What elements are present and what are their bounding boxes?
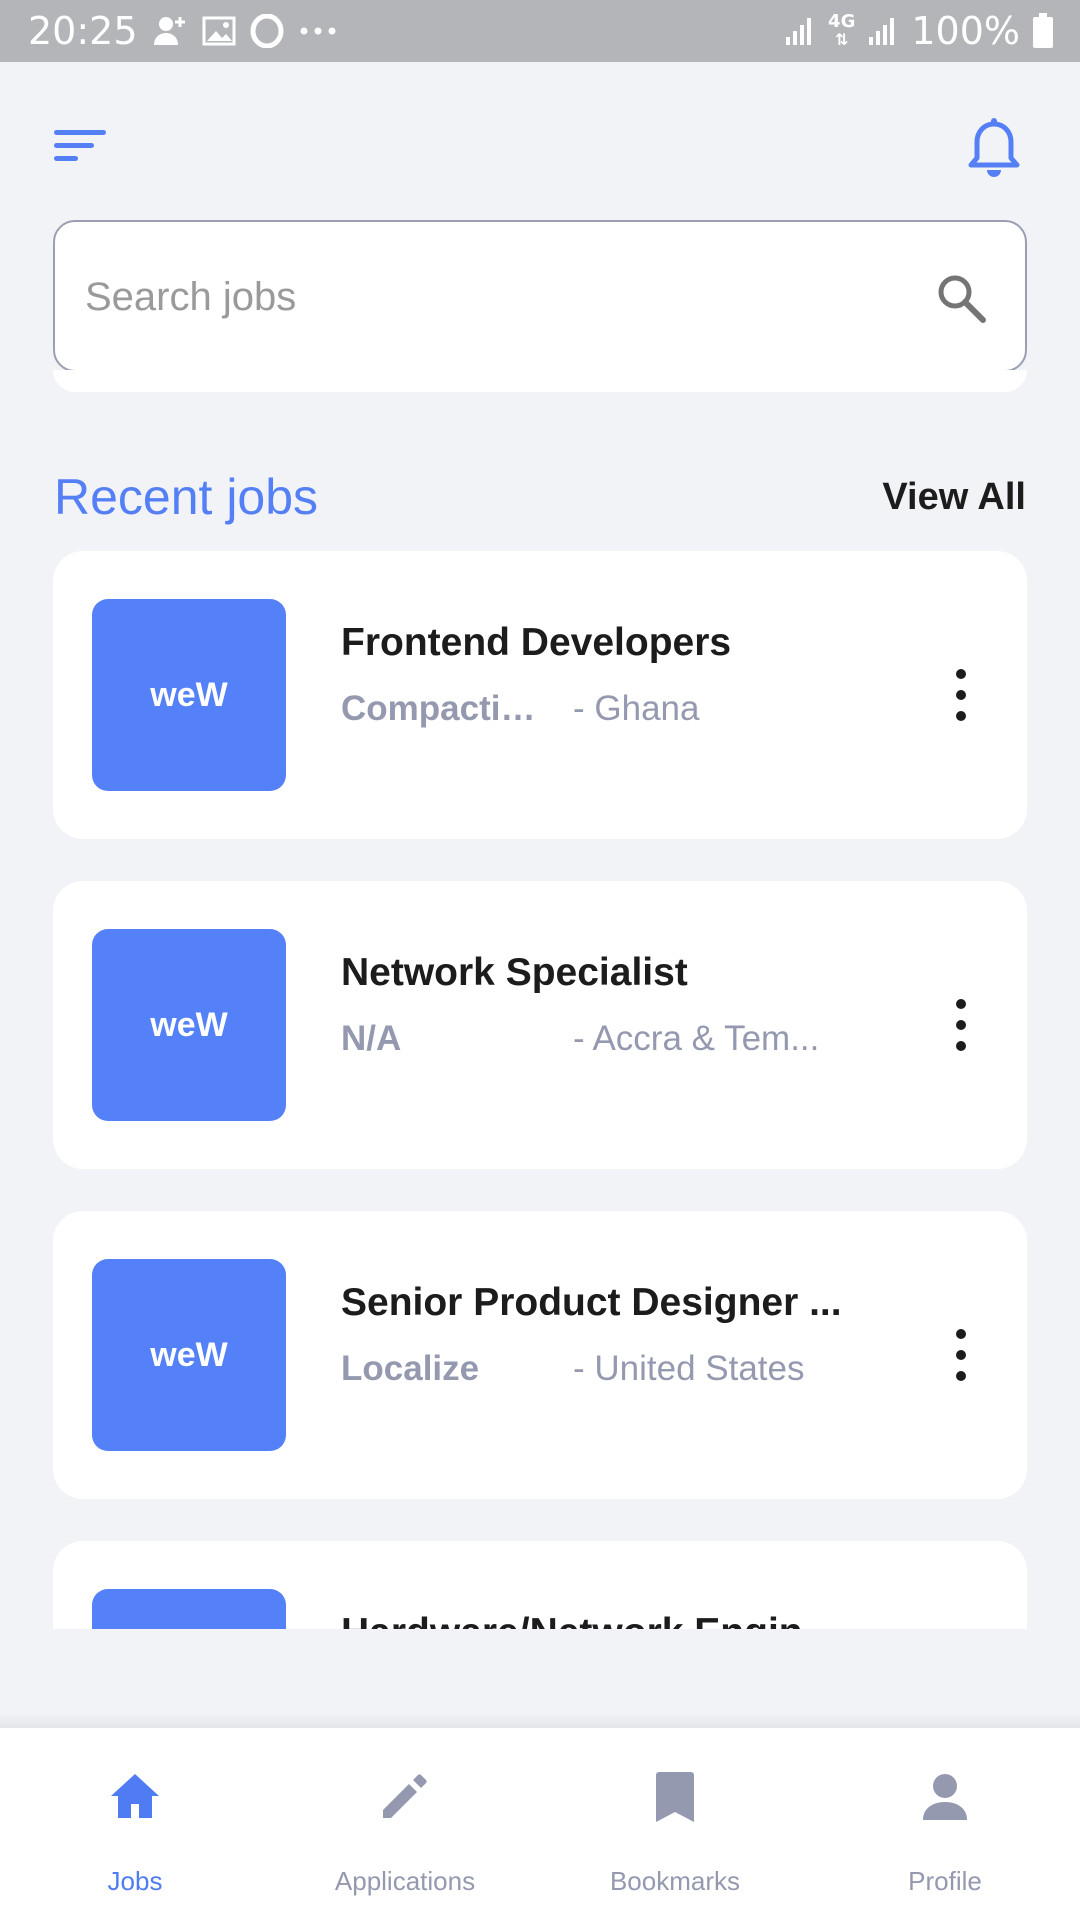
status-bar-right: 4G ⇅ 100% xyxy=(784,9,1080,53)
pencil-icon xyxy=(377,1768,433,1824)
job-company: N/A xyxy=(341,1019,402,1058)
nav-label: Profile xyxy=(908,1866,982,1896)
job-title: Senior Product Designer ... xyxy=(341,1281,842,1324)
nav-label: Bookmarks xyxy=(609,1866,741,1896)
image-icon xyxy=(202,14,236,48)
add-person-icon xyxy=(152,13,188,49)
battery-level: 100% xyxy=(911,9,1020,53)
network-type: 4G ⇅ xyxy=(828,13,855,49)
company-logo: weW xyxy=(92,599,286,791)
person-icon xyxy=(917,1768,973,1824)
job-title: Frontend Developers xyxy=(341,621,732,664)
job-list[interactable]: weW Frontend Developers Compactib... - G… xyxy=(53,551,1027,1629)
nav-label: Applications xyxy=(334,1866,476,1896)
job-title: Hardware/Network Engineer xyxy=(341,1611,861,1629)
signal-icon xyxy=(784,15,816,47)
search-bar-underlay xyxy=(53,370,1027,392)
more-horizontal-icon xyxy=(298,25,338,37)
search-bar xyxy=(53,220,1027,372)
more-vertical-icon[interactable] xyxy=(941,1329,981,1381)
data-arrows-icon: ⇅ xyxy=(835,30,849,49)
opera-icon xyxy=(250,14,284,48)
bell-icon[interactable] xyxy=(966,118,1022,180)
company-logo: weW xyxy=(92,1259,286,1451)
bottom-nav: Jobs Applications Bookmarks Profile xyxy=(0,1728,1080,1920)
section-title: Recent jobs xyxy=(54,469,319,525)
bookmark-icon xyxy=(647,1768,703,1824)
bottom-nav-shadow xyxy=(0,1712,1080,1728)
nav-item-bookmarks[interactable]: Bookmarks xyxy=(540,1728,810,1920)
nav-item-applications[interactable]: Applications xyxy=(270,1728,540,1920)
company-logo: weW xyxy=(92,929,286,1121)
job-location: - Accra & Tem... xyxy=(573,1019,820,1058)
status-bar-left: 20:25 xyxy=(0,9,338,53)
nav-label: Jobs xyxy=(107,1866,163,1896)
job-title: Network Specialist xyxy=(341,951,688,994)
more-vertical-icon[interactable] xyxy=(941,999,981,1051)
view-all-link[interactable]: View All xyxy=(882,476,1026,519)
network-label: 4G xyxy=(828,11,856,32)
more-vertical-icon[interactable] xyxy=(941,669,981,721)
job-card[interactable]: weW Frontend Developers Compactib... - G… xyxy=(53,551,1027,839)
nav-item-jobs[interactable]: Jobs xyxy=(0,1728,270,1920)
company-logo xyxy=(92,1589,286,1629)
search-input[interactable] xyxy=(83,222,907,372)
job-company: Localize xyxy=(341,1349,480,1388)
search-icon[interactable] xyxy=(935,272,987,324)
job-company: Compactib... xyxy=(341,689,551,728)
job-location: - United States xyxy=(573,1349,805,1388)
battery-icon xyxy=(1032,13,1054,49)
nav-item-profile[interactable]: Profile xyxy=(810,1728,1080,1920)
job-card[interactable]: Hardware/Network Engineer xyxy=(53,1541,1027,1629)
job-location: - Ghana xyxy=(573,689,700,728)
status-bar: 20:25 4G ⇅ 100% xyxy=(0,0,1080,62)
sort-menu-icon[interactable] xyxy=(54,126,114,170)
status-time: 20:25 xyxy=(28,9,138,53)
signal-icon xyxy=(867,15,899,47)
job-card[interactable]: weW Senior Product Designer ... Localize… xyxy=(53,1211,1027,1499)
home-icon xyxy=(107,1768,163,1824)
job-card[interactable]: weW Network Specialist N/A - Accra & Tem… xyxy=(53,881,1027,1169)
